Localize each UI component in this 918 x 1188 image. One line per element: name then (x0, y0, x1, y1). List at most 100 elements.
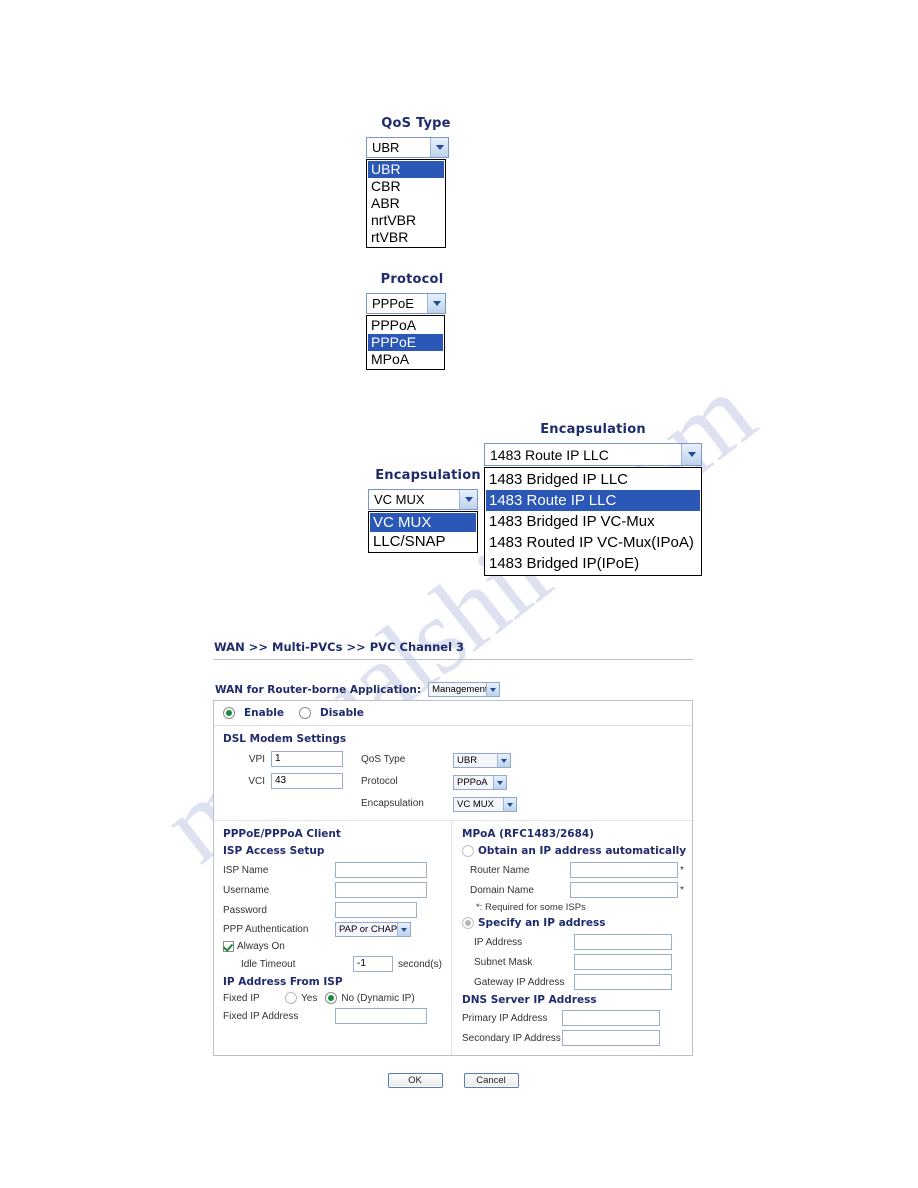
radio-specify-ip-address[interactable] (462, 917, 474, 929)
list-item[interactable]: rtVBR (368, 229, 444, 246)
isp-name-label: ISP Name (223, 864, 269, 876)
list-item[interactable]: MPoA (368, 351, 443, 368)
encapsulation-vcmux-heading: Encapsulation (375, 468, 481, 483)
chevron-down-icon (430, 138, 448, 157)
encapsulation-1483-select[interactable]: 1483 Route IP LLC (484, 443, 702, 466)
encapsulation-1483-option-list[interactable]: 1483 Bridged IP LLC 1483 Route IP LLC 14… (484, 467, 702, 576)
ppp-authentication-label: PPP Authentication (223, 924, 309, 935)
router-name-input[interactable] (570, 862, 678, 878)
primary-dns-row: Primary IP Address (462, 1010, 692, 1026)
breadcrumb: WAN >> Multi-PVCs >> PVC Channel 3 (213, 640, 693, 659)
qos-type-select[interactable]: UBR (366, 137, 449, 158)
protocol-option-list[interactable]: PPPoA PPPoE MPoA (366, 315, 445, 370)
list-item[interactable]: 1483 Bridged IP VC-Mux (486, 511, 700, 532)
secondary-dns-row: Secondary IP Address (462, 1030, 692, 1046)
chevron-down-icon (397, 923, 410, 936)
domain-name-row: Domain Name * (462, 882, 692, 898)
encapsulation-1483-heading: Encapsulation (540, 422, 646, 437)
list-item[interactable]: UBR (368, 161, 444, 178)
dsl-modem-settings-section: DSL Modem Settings VPI 1 QoS Type UBR VC… (214, 726, 692, 821)
wan-application-label: WAN for Router-borne Application: (215, 683, 422, 696)
ip-address-from-isp-title: IP Address From ISP (223, 976, 343, 988)
list-item[interactable]: LLC/SNAP (370, 532, 476, 551)
ok-button[interactable]: OK (387, 1073, 443, 1088)
router-name-label: Router Name (470, 864, 530, 876)
isp-access-setup-title: ISP Access Setup (223, 845, 325, 857)
figure-encapsulation-1483: Encapsulation 1483 Route IP LLC 1483 Bri… (484, 422, 702, 576)
subnet-mask-label: Subnet Mask (474, 956, 533, 968)
vci-label: VCI (248, 775, 265, 787)
ip-address-input[interactable] (574, 934, 672, 950)
domain-name-input[interactable] (570, 882, 678, 898)
username-input[interactable] (335, 882, 427, 898)
fixed-ip-address-label: Fixed IP Address (223, 1010, 299, 1022)
qos-type-label: QoS Type (361, 753, 406, 765)
enable-disable-row: Enable Disable (214, 701, 692, 726)
list-item[interactable]: PPPoE (368, 334, 443, 351)
fixed-ip-yes-label: Yes (301, 992, 318, 1004)
config-form-box: Enable Disable DSL Modem Settings VPI 1 … (213, 700, 693, 1056)
radio-disable[interactable] (298, 707, 311, 719)
list-item[interactable]: nrtVBR (368, 212, 444, 229)
gateway-ip-label: Gateway IP Address (474, 976, 565, 988)
radio-enable[interactable] (223, 707, 235, 719)
password-input[interactable] (335, 902, 417, 918)
dsl-qos-type-value: UBR (457, 755, 478, 766)
list-item[interactable]: 1483 Routed IP VC-Mux(IPoA) (486, 532, 700, 553)
encapsulation-vcmux-option-list[interactable]: VC MUX LLC/SNAP (368, 511, 478, 553)
dsl-protocol-select[interactable]: PPPoA (453, 775, 507, 790)
always-on-checkbox[interactable] (223, 941, 234, 952)
dsl-encapsulation-value: VC MUX (457, 799, 494, 810)
cancel-button[interactable]: Cancel (463, 1073, 519, 1088)
radio-fixed-ip-yes[interactable] (285, 992, 297, 1004)
secondary-dns-input[interactable] (562, 1030, 660, 1046)
list-item[interactable]: 1483 Bridged IP LLC (486, 469, 700, 490)
qos-type-option-list[interactable]: UBR CBR ABR nrtVBR rtVBR (366, 159, 446, 248)
protocol-select[interactable]: PPPoE (366, 293, 446, 314)
ppp-authentication-select[interactable]: PAP or CHAP (335, 922, 411, 937)
wan-application-row: WAN for Router-borne Application: Manage… (213, 682, 693, 697)
idle-timeout-label: Idle Timeout (241, 958, 296, 970)
gateway-ip-input[interactable] (574, 974, 672, 990)
chevron-down-icon (503, 798, 516, 811)
breadcrumb-part-wan[interactable]: WAN (214, 640, 245, 654)
dsl-qos-type-select[interactable]: UBR (453, 753, 511, 768)
list-item[interactable]: CBR (368, 178, 444, 195)
qos-type-heading: QoS Type (381, 116, 451, 131)
form-button-row: OK Cancel (213, 1073, 693, 1088)
list-item[interactable]: 1483 Bridged IP(IPoE) (486, 553, 700, 574)
qos-type-select-value: UBR (372, 140, 400, 155)
figure-qos-type: QoS Type UBR UBR CBR ABR nrtVBR rtVBR (366, 116, 466, 248)
required-star: * (680, 864, 684, 876)
breadcrumb-part-multipvcs[interactable]: Multi-PVCs (272, 640, 342, 654)
isp-name-row: ISP Name (223, 862, 451, 878)
encapsulation-vcmux-select[interactable]: VC MUX (368, 489, 478, 510)
list-item[interactable]: 1483 Route IP LLC (486, 490, 700, 511)
encapsulation-1483-select-value: 1483 Route IP LLC (490, 446, 609, 463)
router-name-row: Router Name * (462, 862, 692, 878)
primary-dns-input[interactable] (562, 1010, 660, 1026)
breadcrumb-part-channel: PVC Channel 3 (369, 640, 465, 654)
radio-obtain-ip-automatically[interactable] (462, 845, 474, 857)
ppp-authentication-row: PPP Authentication PAP or CHAP (223, 922, 451, 937)
obtain-auto-label: Obtain an IP address automatically (478, 845, 687, 857)
required-star: * (680, 884, 684, 896)
ip-address-label: IP Address (474, 936, 523, 948)
wan-application-select[interactable]: Management (428, 682, 501, 697)
list-item[interactable]: ABR (368, 195, 444, 212)
subnet-mask-input[interactable] (574, 954, 672, 970)
password-label: Password (223, 904, 267, 916)
isp-name-input[interactable] (335, 862, 427, 878)
list-item[interactable]: VC MUX (370, 513, 476, 532)
vpi-input[interactable]: 1 (271, 751, 343, 767)
fixed-ip-address-input[interactable] (335, 1008, 427, 1024)
radio-fixed-ip-no[interactable] (325, 992, 338, 1004)
fixed-ip-label: Fixed IP (223, 992, 260, 1004)
chevron-down-icon (459, 490, 477, 509)
list-item[interactable]: PPPoA (368, 317, 443, 334)
dsl-encapsulation-select[interactable]: VC MUX (453, 797, 517, 812)
vci-input[interactable]: 43 (271, 773, 343, 789)
idle-timeout-input[interactable]: -1 (353, 956, 393, 972)
domain-name-label: Domain Name (470, 884, 534, 896)
always-on-label: Always On (237, 941, 285, 952)
